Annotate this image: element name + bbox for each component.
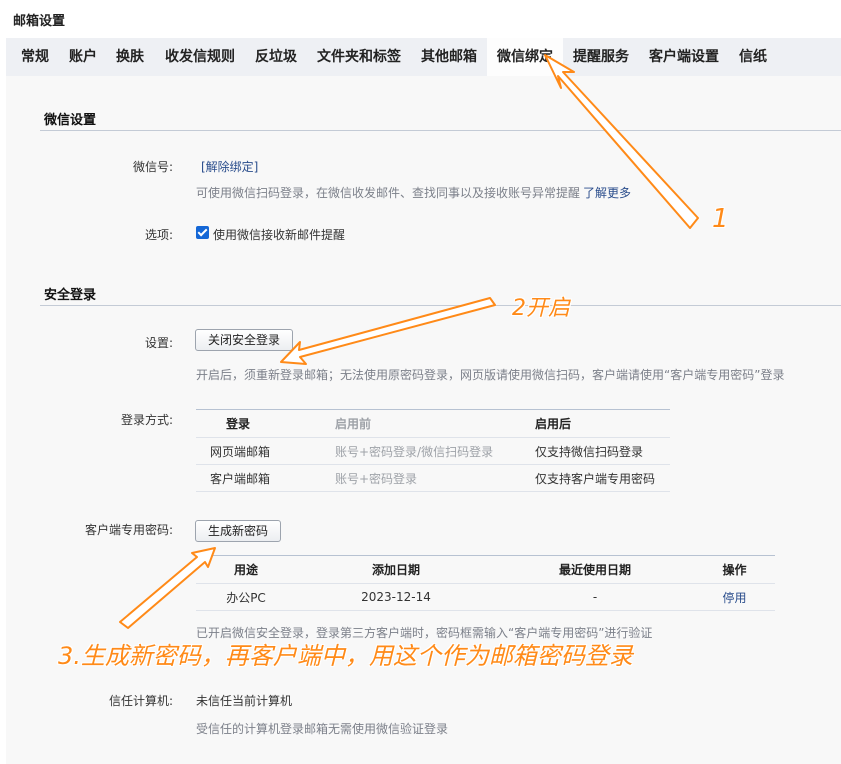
tab-account[interactable]: 账户 <box>69 38 97 76</box>
close-secure-login-button[interactable]: 关闭安全登录 <box>195 329 293 351</box>
table-header: 最近使用日期 <box>496 555 694 584</box>
new-mail-reminder-label: 使用微信接收新邮件提醒 <box>213 228 346 242</box>
settings-tab-bar: 常规 账户 换肤 收发信规则 反垃圾 文件夹和标签 其他邮箱 微信绑定 提醒服务… <box>6 38 841 76</box>
table-cell: 仅支持微信扫码登录 <box>535 437 670 465</box>
table-cell: 账号+密码登录/微信扫码登录 <box>335 437 535 465</box>
table-header: 启用前 <box>335 409 535 438</box>
disable-password-link[interactable]: 停用 <box>694 583 775 611</box>
table-header: 用途 <box>196 555 296 584</box>
table-cell: 客户端邮箱 <box>196 464 335 492</box>
page-title: 邮箱设置 <box>13 14 66 29</box>
tab-wechat-binding[interactable]: 微信绑定 <box>487 38 563 76</box>
wechat-settings-heading: 微信设置 <box>44 113 97 128</box>
annotation-step-1: 1 <box>712 204 729 234</box>
trusted-computer-label: 信任计算机: <box>108 694 173 708</box>
wechat-hint-text: 可使用微信扫码登录，在微信收发邮件、查找同事以及接收账号异常提醒 <box>196 186 581 200</box>
tab-folders-labels[interactable]: 文件夹和标签 <box>317 38 401 76</box>
client-password-table: 用途 添加日期 最近使用日期 操作 办公PC 2023-12-14 - 停用 <box>196 555 775 611</box>
tab-reminders[interactable]: 提醒服务 <box>573 38 629 76</box>
table-header: 登录 <box>196 409 335 438</box>
table-cell: 办公PC <box>196 583 296 611</box>
trusted-computer-hint: 受信任的计算机登录邮箱无需使用微信验证登录 <box>196 722 449 736</box>
tab-skin[interactable]: 换肤 <box>116 38 144 76</box>
setting-label: 设置: <box>144 336 173 350</box>
tab-other-mailboxes[interactable]: 其他邮箱 <box>421 38 477 76</box>
login-method-label: 登录方式: <box>120 413 173 427</box>
tab-mail-rules[interactable]: 收发信规则 <box>165 38 235 76</box>
secure-login-hint: 开启后，须重新登录邮箱；无法使用原密码登录，网页版请使用微信扫码，客户端请使用“… <box>196 368 785 382</box>
client-password-label: 客户端专用密码: <box>84 523 173 537</box>
table-header: 操作 <box>694 555 775 584</box>
tab-general[interactable]: 常规 <box>21 38 49 76</box>
new-mail-reminder-checkbox[interactable] <box>196 226 209 239</box>
table-row: 网页端邮箱 账号+密码登录/微信扫码登录 仅支持微信扫码登录 <box>196 437 670 465</box>
table-cell: 2023-12-14 <box>296 583 496 611</box>
wechat-id-label: 微信号: <box>132 160 173 174</box>
wechat-hint: 可使用微信扫码登录，在微信收发邮件、查找同事以及接收账号异常提醒 了解更多 <box>196 184 631 201</box>
section-divider <box>40 130 841 131</box>
table-cell: 网页端邮箱 <box>196 437 335 465</box>
tab-client-settings[interactable]: 客户端设置 <box>649 38 719 76</box>
section-divider <box>40 305 841 306</box>
generate-password-button[interactable]: 生成新密码 <box>195 520 281 542</box>
unbind-link[interactable]: [解除绑定] <box>201 158 258 175</box>
table-row: 客户端邮箱 账号+密码登录 仅支持客户端专用密码 <box>196 464 670 492</box>
table-cell: 仅支持客户端专用密码 <box>535 464 670 492</box>
table-cell: 账号+密码登录 <box>335 464 535 492</box>
trusted-computer-value: 未信任当前计算机 <box>196 694 293 708</box>
login-method-table: 登录 启用前 启用后 网页端邮箱 账号+密码登录/微信扫码登录 仅支持微信扫码登… <box>196 409 670 492</box>
table-cell: - <box>496 583 694 611</box>
tab-anti-spam[interactable]: 反垃圾 <box>255 38 297 76</box>
secure-login-heading: 安全登录 <box>44 288 97 303</box>
learn-more-link[interactable]: 了解更多 <box>583 186 631 200</box>
annotation-step-2: 2开启 <box>512 296 570 321</box>
table-header-row: 用途 添加日期 最近使用日期 操作 <box>196 555 775 584</box>
option-label: 选项: <box>144 228 173 242</box>
tab-stationery[interactable]: 信纸 <box>739 38 767 76</box>
table-header: 添加日期 <box>296 555 496 584</box>
annotation-step-3: 3.生成新密码，再客户端中，用这个作为邮箱密码登录 <box>58 642 633 670</box>
table-header-row: 登录 启用前 启用后 <box>196 409 670 438</box>
table-row: 办公PC 2023-12-14 - 停用 <box>196 583 775 611</box>
table-header: 启用后 <box>535 409 670 438</box>
